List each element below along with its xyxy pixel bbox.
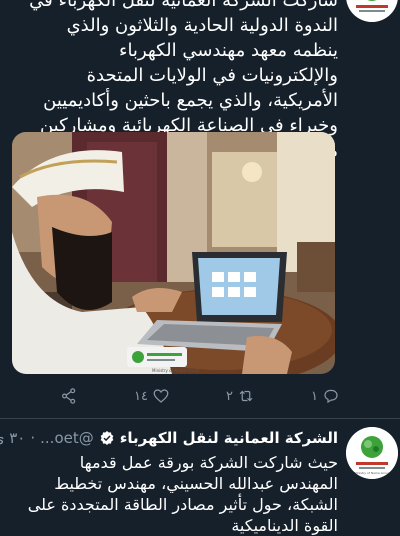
tweet-actions: ١٤ ٢ ١ [60, 383, 340, 409]
tweet-2[interactable]: Ministry of Nama Group الشركة العمانية ل… [0, 419, 400, 535]
retweet-icon [239, 390, 253, 402]
share-icon [62, 388, 76, 404]
tweet-timestamp[interactable]: ٣٠ ي [0, 429, 25, 447]
verified-badge [99, 430, 115, 446]
like-count: ١٤ [134, 388, 148, 404]
tweet-header: الشركة العمانية لنقل الكهرباء @oet... · … [0, 425, 338, 451]
retweet-count: ٢ [226, 388, 233, 404]
reply-count: ١ [311, 388, 318, 404]
avatar-logo-caption: Ministry of Nama Group [354, 471, 390, 475]
tweet-text: حيث شاركت الشركة بورقة عمل قدمها المهندس… [27, 453, 338, 535]
like-icon [153, 389, 169, 403]
author-name[interactable]: الشركة العمانية لنقل الكهرباء [120, 429, 338, 447]
share-button[interactable] [60, 387, 78, 405]
like-button[interactable]: ١٤ [134, 387, 170, 405]
header-separator: · [30, 429, 36, 447]
author-avatar[interactable]: Ministry of Nama Group [346, 427, 398, 479]
image-logo-caption: Ministry of Nama Group [152, 368, 200, 373]
logo-icon [346, 0, 398, 22]
logo-icon: Ministry of Nama Group [346, 427, 398, 479]
retweet-button[interactable]: ٢ [226, 387, 255, 405]
author-avatar[interactable] [346, 0, 398, 22]
tweet-photo[interactable]: Ministry of Nama Group [12, 132, 335, 374]
reply-button[interactable]: ١ [311, 387, 340, 405]
verified-badge-icon [100, 431, 114, 445]
author-handle[interactable]: @oet... [40, 429, 94, 447]
tweet-1[interactable]: شاركت الشركة العمانية لنقل الكهرباء في ا… [0, 0, 400, 418]
reply-icon [324, 389, 338, 404]
